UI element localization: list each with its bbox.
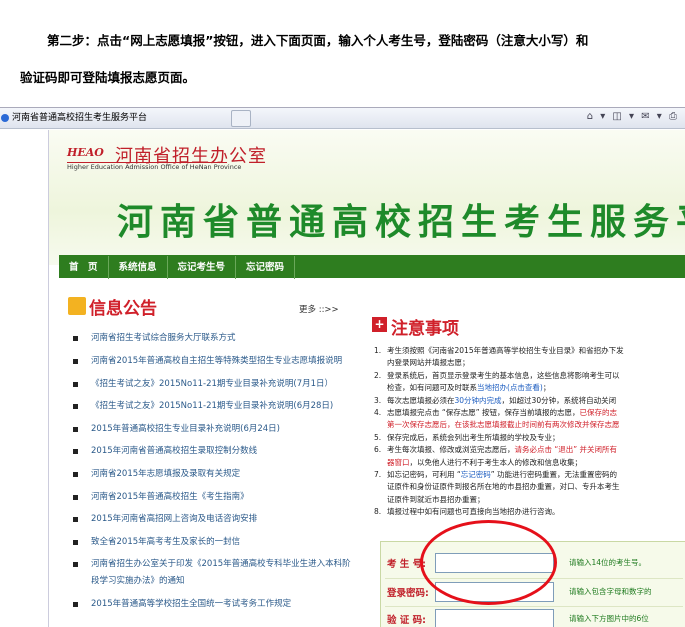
- instruction-line-1: 第二步：点击“网上志愿填报”按钮，进入下面页面，输入个人考生号，登陆密码（注意大…: [47, 33, 589, 48]
- divider: [385, 606, 683, 607]
- captcha-row: 验 证 码: 请输入下方图片中的6位: [381, 609, 685, 627]
- attention-item-number: 6.: [374, 445, 382, 455]
- notice-item[interactable]: 河南省2015年普通高校招生《考生指南》: [67, 486, 352, 509]
- attention-item: 第一次保存志愿后，在该批志愿填报截止时间前有两次修改并保存志愿: [371, 419, 681, 431]
- attention-link-text: 已保存的志: [579, 408, 618, 418]
- password-row: 登录密码: 请输入包含字母和数字的: [381, 582, 685, 604]
- heao-logo: HEAO: [67, 146, 104, 159]
- attention-text: ，以免他人进行不利于考生本人的修改和信息收集；: [409, 457, 583, 467]
- attention-item-number: 1.: [374, 346, 382, 355]
- password-label: 登录密码:: [387, 588, 429, 599]
- notice-item[interactable]: 河南省招生考试综合服务大厅联系方式: [67, 327, 352, 350]
- exam-number-hint: 请输入14位的考生号。: [569, 558, 647, 567]
- notice-item[interactable]: 《招生考试之友》2015No11-21期专业目录补充说明(7月1日）: [67, 373, 352, 396]
- divider: [385, 578, 683, 579]
- attention-item-number: 3.: [374, 395, 382, 405]
- attention-item-number: 2.: [374, 370, 382, 380]
- plus-icon: +: [372, 317, 387, 332]
- attention-item: 3. 每次志愿填报必须在30分钟内完成，如超过30分钟，系统将自动关闭: [371, 395, 681, 407]
- attention-text: 每次志愿填报必须在: [387, 395, 455, 405]
- attention-item: 8. 填报过程中如有问题也可直接向当地招办进行咨询。: [371, 506, 681, 518]
- password-input[interactable]: [435, 582, 554, 602]
- attention-item-number: 5.: [374, 432, 382, 442]
- attention-link-text: 第一次保存志愿后，在该批志愿填报截止时间前有两次修改并保存志愿: [387, 420, 620, 430]
- attention-text: 考生须按照《河南省2015年普通高等学校招生专业目录》和省招办下发: [387, 346, 624, 355]
- attention-text: 保存完成后，系统会列出考生所填报的学校及专业；: [387, 432, 560, 442]
- notice-icon: [68, 297, 86, 315]
- notice-list: 河南省招生考试综合服务大厅联系方式 河南省2015年普通高校自主招生等特殊类型招…: [67, 327, 352, 616]
- browser-tab-title: 河南省普通高校招生考生服务平台: [12, 113, 148, 123]
- attention-item-number: 7.: [374, 470, 382, 480]
- notice-title: 信息公告: [89, 299, 157, 319]
- attention-item: 1. 考生须按照《河南省2015年普通高等学校招生专业目录》和省招办下发: [371, 345, 681, 357]
- attention-item: 证原件到就近市县招办重置；: [371, 494, 681, 506]
- login-form: 考 生 号: 请输入14位的考生号。 登录密码: 请输入包含字母和数字的 验 证…: [380, 541, 685, 627]
- attention-text: 检查，如有问题可及时联系: [387, 383, 477, 393]
- site-header: HEAO 河南省招生办公室 Higher Education Admission…: [49, 130, 685, 265]
- captcha-hint: 请输入下方图片中的6位: [569, 614, 649, 623]
- notice-item[interactable]: 2015年普通高等学校招生全国统一考试考务工作规定: [67, 593, 352, 616]
- attention-item: 2. 登录系统后，首页显示登录考生的基本信息，这些信息将影响考生可以: [371, 370, 681, 382]
- nav-forgot-password[interactable]: 忘记密码: [236, 256, 296, 279]
- captcha-label: 验 证 码:: [387, 615, 426, 626]
- attention-item: 5. 保存完成后，系统会列出考生所填报的学校及专业；: [371, 432, 681, 444]
- notice-item[interactable]: 2015年普通高校招生专业目录补充说明(6月24日): [67, 418, 352, 441]
- browser-tab-bar: 河南省普通高校招生考生服务平台 ⌂ ▾ ◫ ▾ ✉ ▾ ⎙: [0, 108, 685, 129]
- password-hint: 请输入包含字母和数字的: [569, 587, 652, 596]
- attention-item: 证原件和身份证原件到报名所在地的市县招办重置，对口、专升本考生: [371, 481, 681, 493]
- new-tab-button[interactable]: [231, 110, 251, 127]
- attention-text: 内登录网站并填报志愿；: [387, 358, 470, 368]
- attention-text: ；: [542, 383, 551, 393]
- attention-text: 填报过程中如有问题也可直接向当地招办进行咨询。: [387, 507, 560, 517]
- attention-item: 4. 志愿填报完点击 “保存志愿” 按钮，保存当前填报的志愿，已保存的志: [371, 407, 681, 419]
- attention-text: 考生每次填报、修改或浏览完志愿后，: [387, 445, 515, 455]
- browser-toolbar-icons[interactable]: ⌂ ▾ ◫ ▾ ✉ ▾ ⎙: [587, 111, 679, 122]
- attention-item: 6. 考生每次填报、修改或浏览完志愿后，请务必点击 “退出” 并关闭所有: [371, 444, 681, 456]
- attention-text: 志愿填报完点击 “保存志愿” 按钮，保存当前填报的志愿，: [387, 408, 580, 418]
- exam-number-input[interactable]: [435, 553, 554, 573]
- attention-title: 注意事项: [391, 319, 459, 339]
- attention-text: ” 功能进行密码重置，无法重置密码的: [490, 470, 618, 480]
- notice-item[interactable]: 河南省招生办公室关于印发《2015年普通高校专科毕业生进入本科阶段学习实施办法》…: [67, 553, 352, 593]
- logo-title-en: Higher Education Admission Office of HeN…: [67, 163, 242, 171]
- attention-text: 如忘记密码，可利用 “: [387, 470, 461, 480]
- instruction-line-2: 验证码即可登陆填报志愿页面。: [20, 70, 196, 85]
- ie-favicon-icon: [1, 114, 9, 122]
- browser-window: 河南省普通高校招生考生服务平台 ⌂ ▾ ◫ ▾ ✉ ▾ ⎙ HEAO 河南省招生…: [0, 107, 685, 627]
- attention-item: 检查，如有问题可及时联系当地招办(点击查看)；: [371, 382, 681, 394]
- nav-system-info[interactable]: 系统信息: [109, 256, 168, 279]
- attention-text: 证原件和身份证原件到报名所在地的市县招办重置，对口、专升本考生: [387, 482, 620, 492]
- web-page: HEAO 河南省招生办公室 Higher Education Admission…: [48, 130, 685, 627]
- attention-item-number: 4.: [374, 408, 382, 418]
- captcha-input[interactable]: [435, 609, 554, 627]
- attention-link-text[interactable]: 当地招办(点击查看): [477, 383, 543, 392]
- notice-item[interactable]: 河南省2015年普通高校自主招生等特殊类型招生专业志愿填报说明: [67, 350, 352, 373]
- exam-number-label: 考 生 号:: [387, 559, 426, 570]
- browser-tab[interactable]: 河南省普通高校招生考生服务平台: [0, 109, 230, 127]
- attention-link-text: 器窗口: [387, 457, 410, 467]
- more-link[interactable]: 更多 ::>>: [299, 303, 339, 315]
- notice-item[interactable]: 2015年河南省普通高校招生录取控制分数线: [67, 440, 352, 463]
- attention-text: 证原件到就近市县招办重置；: [387, 494, 485, 504]
- attention-list: 1. 考生须按照《河南省2015年普通高等学校招生专业目录》和省招办下发 内登录网站…: [371, 345, 681, 519]
- notice-item[interactable]: 致全省2015年高考考生及家长的一封信: [67, 531, 352, 554]
- attention-text: 登录系统后，首页显示登录考生的基本信息，这些信息将影响考生可以: [387, 370, 620, 380]
- attention-item-number: 8.: [374, 507, 382, 517]
- nav-forgot-exam-number[interactable]: 忘记考生号: [168, 256, 237, 279]
- nav-home[interactable]: 首 页: [59, 256, 109, 279]
- attention-item: 内登录网站并填报志愿；: [371, 357, 681, 369]
- attention-item: 器窗口，以免他人进行不利于考生本人的修改和信息收集；: [371, 457, 681, 469]
- attention-link-text[interactable]: 30分钟内完成: [455, 396, 502, 405]
- attention-text: ，如超过30分钟，系统将自动关闭: [501, 395, 617, 405]
- attention-link-text[interactable]: 忘记密码: [461, 470, 491, 479]
- exam-number-row: 考 生 号: 请输入14位的考生号。: [381, 553, 685, 575]
- notice-item[interactable]: 河南省2015年志愿填报及录取有关规定: [67, 463, 352, 486]
- attention-link-text: 请务必点击 “退出” 并关闭所有: [514, 445, 618, 455]
- notice-item[interactable]: 2015年河南省高招网上咨询及电话咨询安排: [67, 508, 352, 531]
- main-nav: 首 页系统信息 忘记考生号 忘记密码: [59, 255, 685, 279]
- notice-item[interactable]: 《招生考试之友》2015No11-21期专业目录补充说明(6月28日): [67, 395, 352, 418]
- attention-item: 7. 如忘记密码，可利用 “忘记密码” 功能进行密码重置，无法重置密码的: [371, 469, 681, 481]
- banner-title: 河南省普通高校招生考生服务平: [117, 202, 685, 243]
